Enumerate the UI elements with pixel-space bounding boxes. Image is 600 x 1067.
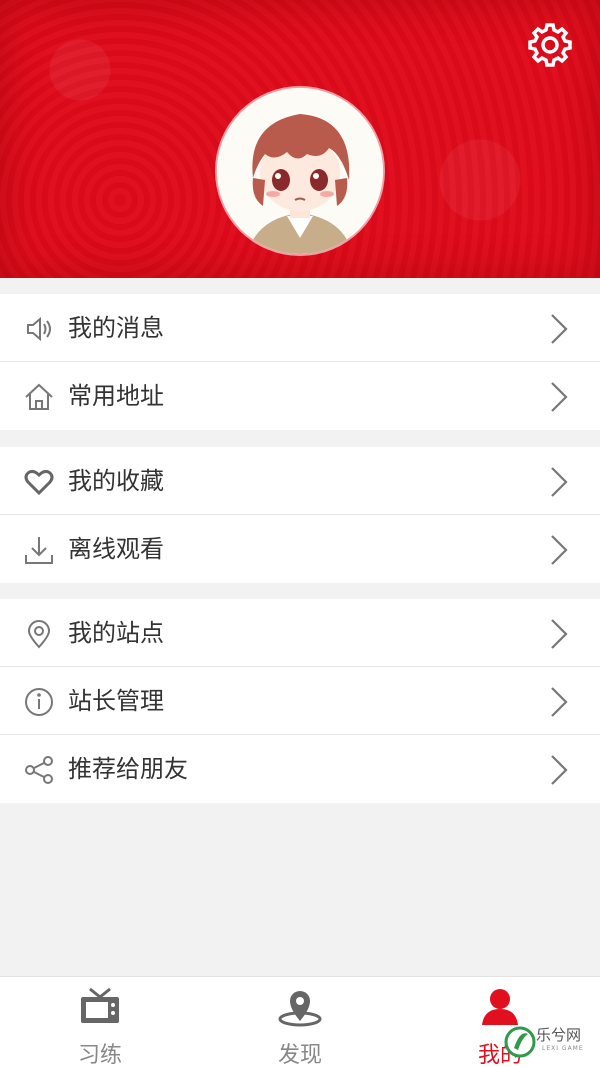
menu-item-label: 我的站点 [68, 619, 164, 647]
menu-group-site: 我的站点 站长管理 推荐给朋友 [0, 599, 600, 803]
avatar[interactable] [217, 88, 383, 254]
menu-item-webmaster-management[interactable]: 站长管理 [0, 667, 600, 735]
watermark-subtext: LEXI GAME [542, 1045, 584, 1052]
chevron-right-icon [551, 467, 568, 497]
tab-label: 发现 [277, 1043, 322, 1067]
menu-item-common-addresses[interactable]: 常用地址 [0, 362, 600, 430]
menu-item-offline-viewing[interactable]: 离线观看 [0, 515, 600, 583]
chevron-right-icon [551, 687, 568, 717]
menu-item-label: 我的消息 [68, 314, 164, 342]
chevron-right-icon [551, 382, 568, 412]
download-icon [25, 537, 53, 564]
home-icon [25, 383, 53, 410]
tv-icon [81, 987, 119, 1023]
menu-item-my-site[interactable]: 我的站点 [0, 599, 600, 667]
share-icon [25, 756, 53, 784]
tab-practice[interactable]: 习练 [0, 977, 200, 1067]
menu-item-recommend-to-friends[interactable]: 推荐给朋友 [0, 735, 600, 803]
avatar-image [217, 88, 383, 254]
watermark-text: 乐兮网 [536, 1026, 582, 1044]
map-pin-icon [278, 991, 322, 1027]
menu-group-favorites: 我的收藏 离线观看 [0, 447, 600, 583]
location-pin-icon [27, 620, 51, 649]
chevron-right-icon [551, 535, 568, 565]
menu-item-label: 推荐给朋友 [68, 755, 188, 783]
menu-item-label: 站长管理 [68, 687, 164, 715]
heart-icon [24, 469, 54, 496]
bottom-tab-bar: 习练 发现 我的 [0, 976, 600, 1067]
tab-label: 习练 [77, 1043, 122, 1067]
chevron-right-icon [551, 619, 568, 649]
info-icon [25, 688, 53, 716]
menu-group-messages: 我的消息 常用地址 [0, 294, 600, 430]
chevron-right-icon [551, 755, 568, 785]
tab-discover[interactable]: 发现 [200, 977, 400, 1067]
menu-item-label: 常用地址 [68, 382, 164, 410]
speaker-icon [27, 316, 51, 342]
chevron-right-icon [551, 314, 568, 344]
tab-mine[interactable]: 我的 [400, 977, 600, 1067]
menu-item-my-messages[interactable]: 我的消息 [0, 294, 600, 362]
menu-item-label: 我的收藏 [68, 467, 164, 495]
profile-header [0, 0, 600, 278]
user-icon [482, 989, 518, 1025]
menu-item-my-favorites[interactable]: 我的收藏 [0, 447, 600, 515]
menu-item-label: 离线观看 [68, 535, 164, 563]
gear-icon[interactable] [525, 20, 575, 70]
